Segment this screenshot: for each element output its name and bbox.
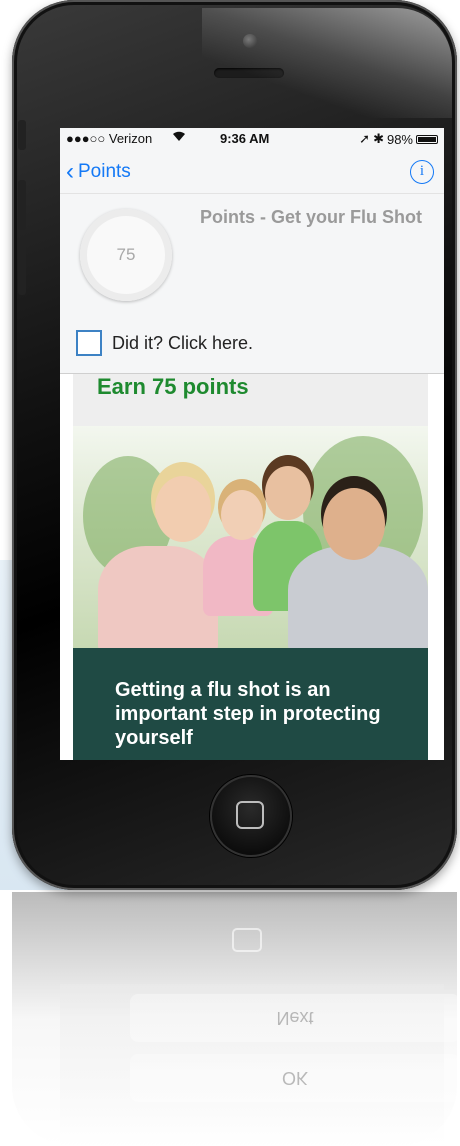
person-man	[288, 546, 428, 648]
location-icon: ➚	[359, 131, 371, 146]
promo-text: Getting a flu shot is an important step …	[115, 679, 381, 749]
chevron-left-icon: ‹	[66, 158, 74, 185]
clock: 9:36 AM	[220, 131, 270, 146]
back-button[interactable]: ‹ Points	[66, 160, 131, 184]
volume-up-button	[18, 180, 26, 230]
earn-points-text: Earn 75 points	[97, 374, 249, 399]
volume-down-button	[18, 245, 26, 295]
did-it-row[interactable]: Did it? Click here.	[76, 330, 253, 356]
status-bar: ●●●○○ Verizon 9:36 AM ➚ ✱ 98%	[60, 128, 444, 150]
person-woman-head	[155, 476, 211, 542]
person-man-head	[323, 488, 385, 560]
did-it-label[interactable]: Did it? Click here.	[112, 333, 253, 354]
reflected-screen: Next OK	[60, 984, 460, 1146]
task-title: Points - Get your Flu Shot	[200, 207, 422, 227]
task-header: 75 Points - Get your Flu Shot Did it? Cl…	[60, 194, 444, 374]
reflected-home-icon	[232, 928, 262, 952]
person-woman	[98, 546, 218, 648]
navigation-bar: ‹ Points i	[60, 150, 444, 194]
status-right: ➚ ✱ 98%	[359, 131, 438, 147]
phone-frame: ●●●○○ Verizon 9:36 AM ➚ ✱ 98% ‹ Points i…	[12, 0, 457, 890]
glass-glare	[202, 8, 452, 118]
earn-banner: Earn 75 points	[73, 374, 428, 426]
carrier-label: ●●●○○ Verizon	[66, 131, 153, 146]
battery-icon	[416, 134, 438, 144]
mute-switch	[18, 120, 26, 150]
person-girl-head	[221, 490, 263, 540]
reflected-ok-button: OK	[130, 1054, 460, 1102]
home-square-icon	[236, 801, 264, 829]
reflected-next-button: Next	[130, 994, 460, 1042]
info-icon[interactable]: i	[410, 160, 434, 184]
earpiece-speaker	[214, 68, 284, 78]
family-photo	[73, 426, 428, 648]
person-boy-head	[265, 466, 311, 520]
app-screen: ●●●○○ Verizon 9:36 AM ➚ ✱ 98% ‹ Points i…	[60, 128, 444, 760]
home-button[interactable]	[210, 775, 292, 857]
promo-panel: Getting a flu shot is an important step …	[73, 648, 428, 760]
wifi-icon	[172, 130, 186, 145]
front-camera	[243, 34, 257, 48]
content-area: Earn 75 points Getting a flu shot is an …	[60, 374, 444, 760]
did-it-checkbox[interactable]	[76, 330, 102, 356]
phone-reflection: Next OK	[12, 892, 460, 1146]
points-ring: 75	[80, 209, 172, 301]
bluetooth-icon: ✱	[373, 131, 384, 146]
back-label: Points	[78, 161, 131, 182]
battery-percent: 98%	[386, 131, 413, 147]
